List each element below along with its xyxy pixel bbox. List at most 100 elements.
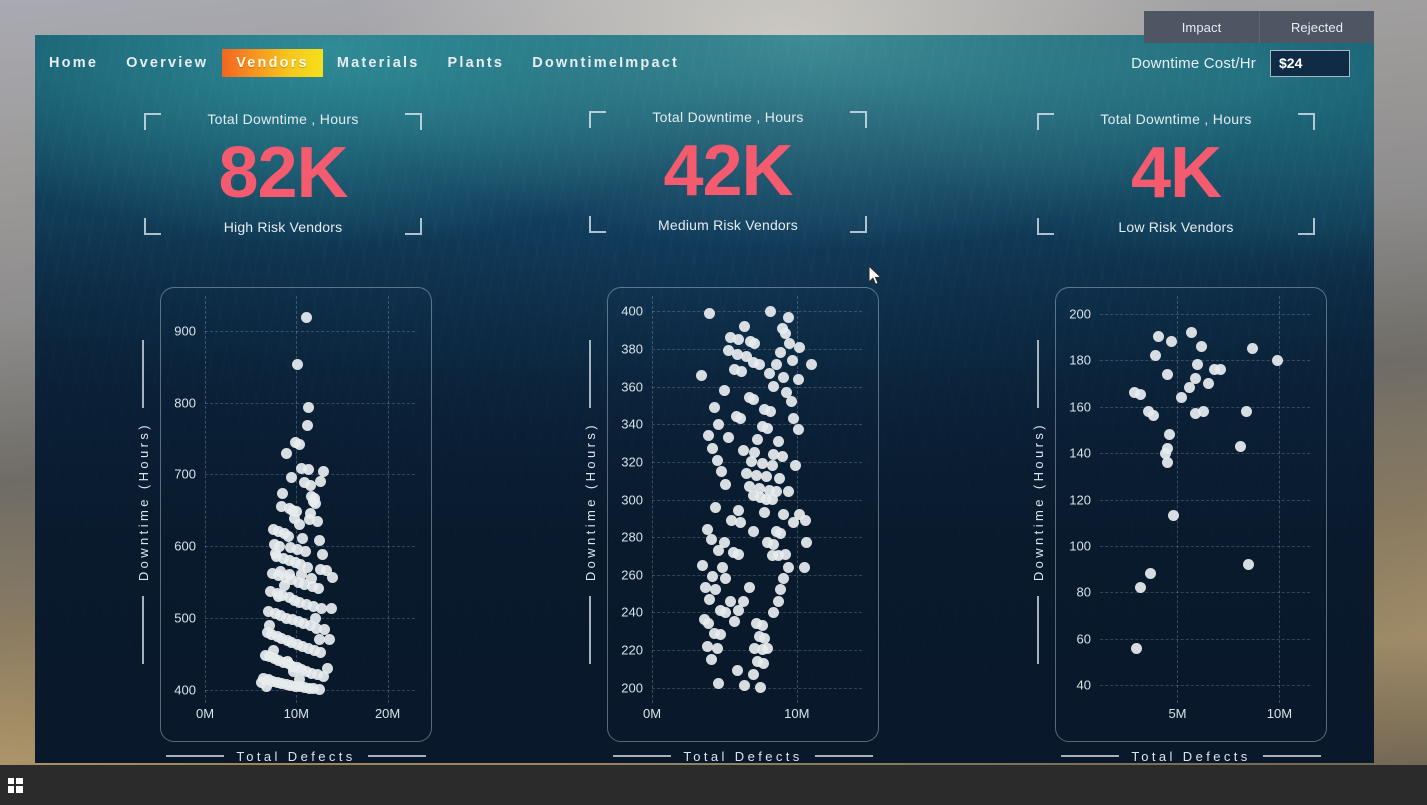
scatter-point[interactable]: [297, 532, 309, 544]
scatter-point[interactable]: [1196, 340, 1208, 352]
scatter-point[interactable]: [708, 401, 720, 413]
scatter-point[interactable]: [747, 668, 759, 680]
scatter-point[interactable]: [743, 582, 755, 594]
scatter-point[interactable]: [293, 673, 305, 685]
nav-item-home[interactable]: Home: [35, 49, 112, 77]
scatter-point[interactable]: [705, 653, 717, 665]
scatter-point[interactable]: [707, 571, 719, 583]
scatter-point[interactable]: [773, 473, 785, 485]
scatter-point[interactable]: [762, 642, 774, 654]
scatter-point[interactable]: [768, 606, 780, 618]
scatter-point[interactable]: [707, 443, 719, 455]
scatter-point[interactable]: [771, 358, 783, 370]
nav-item-plants[interactable]: Plants: [433, 49, 518, 77]
nav-item-vendors[interactable]: Vendors: [222, 49, 323, 77]
scatter-point[interactable]: [269, 547, 281, 559]
scatter-point[interactable]: [746, 456, 758, 468]
scatter-point[interactable]: [1163, 428, 1175, 440]
scatter-point[interactable]: [763, 367, 775, 379]
scatter-point[interactable]: [1198, 405, 1210, 417]
scatter-point[interactable]: [778, 371, 790, 383]
scatter-point[interactable]: [313, 534, 325, 546]
scatter-point[interactable]: [733, 604, 745, 616]
scatter-point[interactable]: [716, 465, 728, 477]
scatter-point[interactable]: [711, 642, 723, 654]
scatter-point[interactable]: [300, 312, 312, 324]
scatter-point[interactable]: [1161, 456, 1173, 468]
scatter-point[interactable]: [733, 334, 745, 346]
scatter-point[interactable]: [734, 413, 746, 425]
scatter-point[interactable]: [717, 561, 729, 573]
scatter-point[interactable]: [789, 460, 801, 472]
scatter-point[interactable]: [1176, 391, 1188, 403]
scatter-point[interactable]: [1235, 440, 1247, 452]
scatter-point[interactable]: [733, 505, 745, 517]
scatter-point[interactable]: [1152, 331, 1164, 343]
scatter-point[interactable]: [731, 665, 743, 677]
scatter-point[interactable]: [739, 680, 751, 692]
scatter-point[interactable]: [739, 320, 751, 332]
scatter-point[interactable]: [765, 305, 777, 317]
scatter-point[interactable]: [309, 612, 321, 624]
scatter-point[interactable]: [277, 488, 289, 500]
scatter-point[interactable]: [302, 402, 314, 414]
scatter-point[interactable]: [740, 467, 752, 479]
scatter-point[interactable]: [291, 358, 303, 370]
scatter-point[interactable]: [323, 634, 335, 646]
scatter-point[interactable]: [1167, 510, 1179, 522]
scatter-point[interactable]: [705, 533, 717, 545]
scatter-point[interactable]: [327, 572, 339, 584]
scatter-point[interactable]: [747, 525, 759, 537]
scatter-point[interactable]: [724, 595, 736, 607]
scatter-point[interactable]: [312, 583, 324, 595]
scatter-point[interactable]: [713, 678, 725, 690]
scatter-point[interactable]: [267, 644, 279, 656]
scatter-point[interactable]: [702, 430, 714, 442]
scatter-point[interactable]: [755, 682, 767, 694]
scatter-point[interactable]: [772, 435, 784, 447]
scatter-point[interactable]: [801, 537, 813, 549]
scatter-point[interactable]: [280, 448, 292, 460]
scatter-point[interactable]: [711, 454, 723, 466]
scatter-chart-2[interactable]: Downtime (Hours) 200 220 240 260 280 300 320 340…: [575, 267, 885, 763]
scatter-point[interactable]: [299, 546, 311, 558]
scatter-point[interactable]: [782, 311, 794, 323]
scatter-point[interactable]: [313, 683, 325, 695]
scatter-point[interactable]: [311, 516, 323, 528]
scatter-point[interactable]: [736, 366, 748, 378]
nav-item-downtime-impact[interactable]: DowntimeImpact: [518, 49, 693, 77]
scatter-point[interactable]: [768, 381, 780, 393]
scatter-point[interactable]: [720, 606, 732, 618]
scatter-point[interactable]: [301, 420, 313, 432]
scatter-point[interactable]: [272, 590, 284, 602]
scatter-point[interactable]: [1202, 377, 1214, 389]
scatter-point[interactable]: [734, 516, 746, 528]
scatter-point[interactable]: [286, 471, 298, 483]
downtime-cost-input[interactable]: [1270, 49, 1350, 77]
scatter-point[interactable]: [779, 548, 791, 560]
scatter-point[interactable]: [765, 405, 777, 417]
scatter-point[interactable]: [260, 680, 272, 692]
scatter-point[interactable]: [282, 530, 294, 542]
nav-item-overview[interactable]: Overview: [112, 49, 222, 77]
scatter-point[interactable]: [713, 544, 725, 556]
scatter-point[interactable]: [713, 418, 725, 430]
scatter-point[interactable]: [753, 358, 765, 370]
scatter-point[interactable]: [1135, 389, 1147, 401]
scatter-chart-3[interactable]: Downtime (Hours) 40 60 80 100 120 140 160 180 200…: [1023, 267, 1333, 763]
scatter-point[interactable]: [772, 595, 784, 607]
scatter-point[interactable]: [762, 422, 774, 434]
scatter-chart-1[interactable]: Downtime (Hours) 400 500 600 700 800 900 0M 10M 2…: [128, 267, 438, 763]
scatter-point[interactable]: [798, 561, 810, 573]
tab-rejected[interactable]: Rejected: [1259, 11, 1374, 43]
scatter-point[interactable]: [314, 476, 326, 488]
scatter-point[interactable]: [782, 486, 794, 498]
scatter-point[interactable]: [1184, 382, 1196, 394]
scatter-point[interactable]: [788, 516, 800, 528]
scatter-point[interactable]: [1165, 336, 1177, 347]
scatter-point[interactable]: [695, 369, 707, 381]
scatter-point[interactable]: [720, 573, 732, 584]
scatter-point[interactable]: [775, 347, 787, 359]
scatter-point[interactable]: [752, 433, 764, 445]
scatter-point[interactable]: [768, 539, 780, 551]
